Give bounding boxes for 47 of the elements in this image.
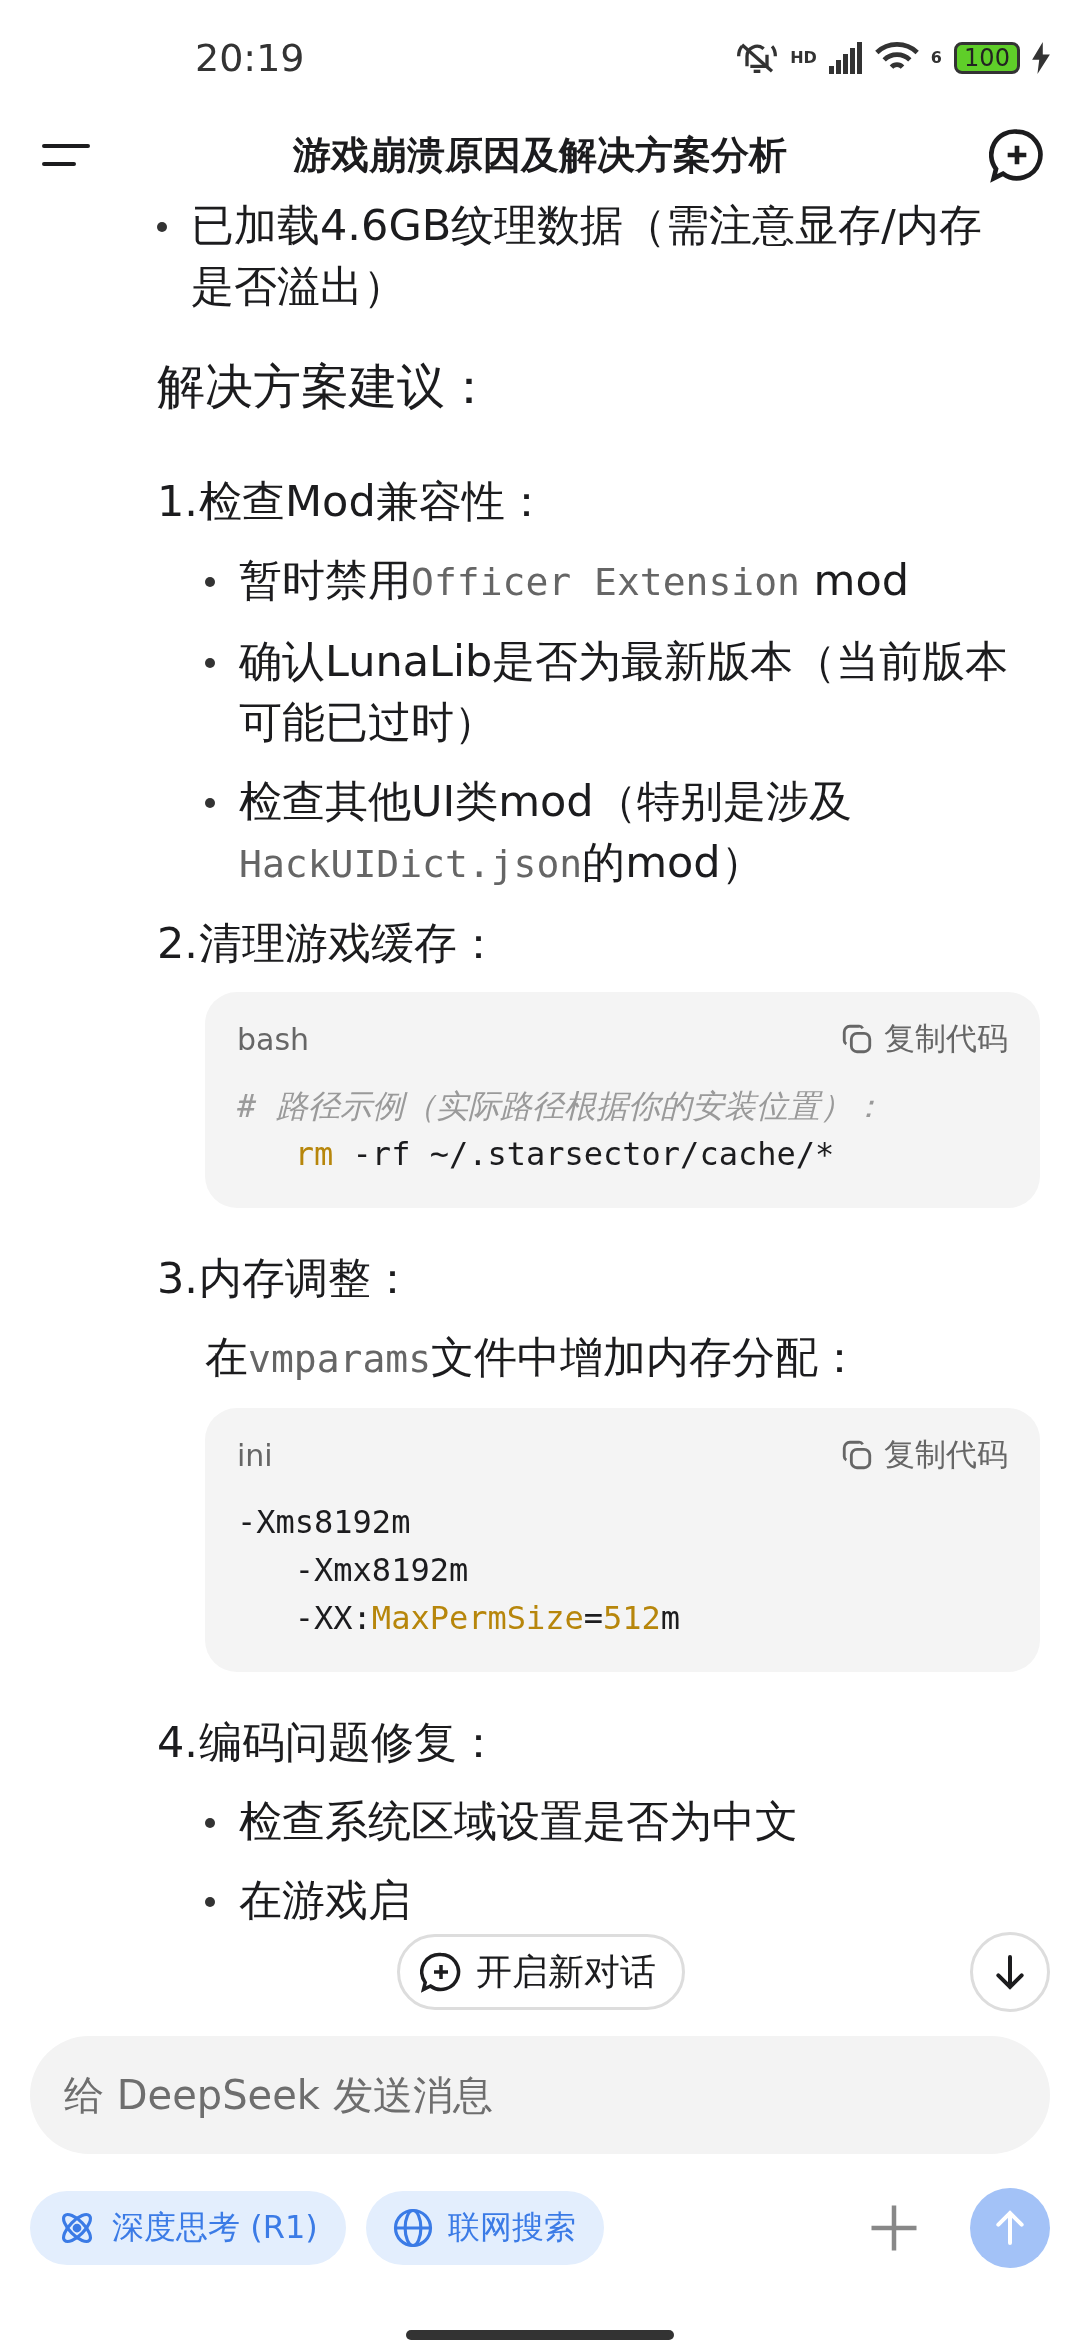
paragraph: 在vmparams文件中增加内存分配： xyxy=(205,1331,863,1384)
section-heading: 解决方案建议： xyxy=(157,357,494,416)
bullet-icon xyxy=(157,222,167,232)
wifi-label: 6 xyxy=(930,48,942,67)
copy-icon xyxy=(840,1022,874,1056)
step-number: 1. xyxy=(157,475,199,528)
network-label: HD xyxy=(790,48,817,67)
status-time: 20:19 xyxy=(195,35,306,80)
bullet-icon xyxy=(205,658,215,668)
code-language: bash xyxy=(237,1021,310,1057)
globe-icon xyxy=(391,2207,434,2249)
chat-title: 游戏崩溃原因及解决方案分析 xyxy=(292,131,787,179)
copy-icon xyxy=(840,1438,874,1472)
step-title: 检查Mod兼容性： xyxy=(199,475,548,528)
charging-icon xyxy=(1032,41,1050,74)
code-line: -Xmx8192m xyxy=(293,1550,470,1591)
new-chat-icon[interactable] xyxy=(989,127,1045,183)
step-title: 编码问题修复： xyxy=(199,1716,500,1769)
copy-code-button[interactable]: 复制代码 xyxy=(840,1018,1008,1060)
code-line: # 路径示例（实际路径根据你的安装位置）： xyxy=(237,1086,885,1127)
bullet-icon xyxy=(205,1818,215,1828)
code-line: -XX:MaxPermSize=512m xyxy=(293,1598,682,1639)
message-input[interactable]: 给 DeepSeek 发送消息 xyxy=(30,2036,1050,2154)
new-chat-button[interactable]: 开启新对话 xyxy=(397,1934,685,2010)
bullet-icon xyxy=(205,577,215,587)
step-number: 3. xyxy=(157,1252,199,1305)
step-number: 4. xyxy=(157,1716,199,1769)
list-text: 在游戏启 xyxy=(239,1874,412,1927)
code-line: -Xms8192m xyxy=(237,1502,412,1543)
list-text: 检查其他UI类mod（特别是涉及 HackUIDict.json的mod） xyxy=(239,775,853,889)
list-text: 确认LunaLib是否为最新版本（当前版本可能已过时） xyxy=(239,635,1010,749)
chat-plus-icon xyxy=(420,1951,462,1993)
bullet-icon xyxy=(205,1897,215,1907)
battery-level: 100 xyxy=(954,41,1020,74)
copy-code-button[interactable]: 复制代码 xyxy=(840,1434,1008,1476)
mode-toggle[interactable]: 深度思考 (R1) xyxy=(30,2191,346,2265)
code-language: ini xyxy=(237,1437,273,1473)
list-text: 已加载4.6GB纹理数据（需注意显存/内存是否溢出） xyxy=(191,199,983,313)
list-text: 检查系统区域设置是否为中文 xyxy=(239,1795,799,1848)
signal-icon xyxy=(828,41,863,74)
list-text: 暂时禁用Officer Extension mod xyxy=(239,554,911,607)
mode-toggle[interactable]: 联网搜索 xyxy=(365,2191,604,2265)
step-number: 2. xyxy=(157,917,199,970)
code-line: rm -rf ~/.starsector/cache/* xyxy=(293,1134,836,1175)
step-title: 清理游戏缓存： xyxy=(199,917,500,970)
bullet-icon xyxy=(205,798,215,808)
step-title: 内存调整： xyxy=(199,1252,414,1305)
